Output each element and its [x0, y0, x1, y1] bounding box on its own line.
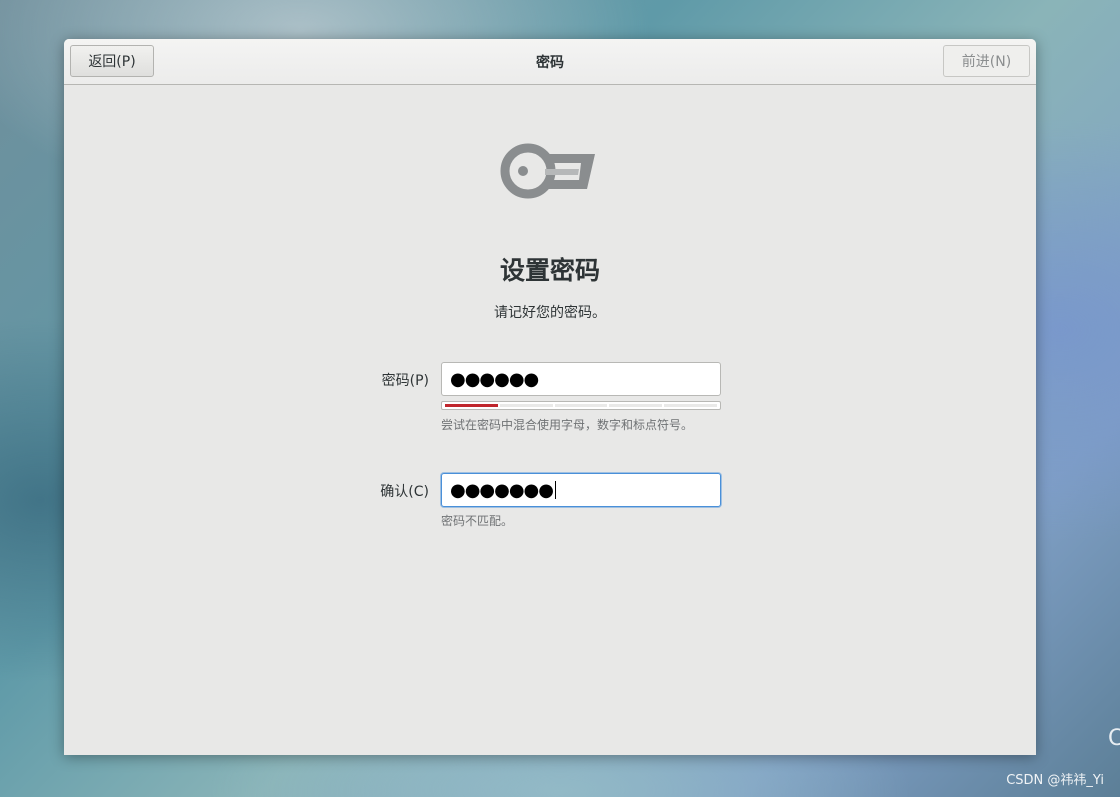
password-field[interactable]: ●●●●●●: [441, 362, 721, 396]
page-subtitle: 请记好您的密码。: [494, 305, 606, 321]
next-button[interactable]: 前进(N): [943, 45, 1030, 77]
password-strength-bar: [441, 401, 721, 410]
strength-segment: [445, 404, 498, 407]
password-value: ●●●●●●: [450, 368, 539, 390]
text-cursor: [554, 481, 556, 499]
confirm-value: ●●●●●●●: [450, 479, 554, 501]
password-hint: 尝试在密码中混合使用字母，数字和标点符号。: [441, 418, 694, 432]
content-area: 设置密码 请记好您的密码。 密码(P) ●●●●●● 尝试在密码中混合使用字母，…: [64, 85, 1036, 755]
key-icon: [500, 143, 595, 199]
strength-segment: [609, 404, 663, 407]
strength-segment: [664, 404, 717, 407]
strength-segment: [499, 404, 553, 407]
confirm-label: 确认(C): [380, 484, 429, 500]
watermark: CSDN @祎祎_Yi: [1006, 773, 1104, 788]
confirm-hint: 密码不匹配。: [441, 514, 514, 528]
window-title: 密码: [536, 55, 564, 71]
desktop-edge-glyph: C: [1108, 726, 1120, 751]
strength-segment: [554, 404, 608, 407]
header-bar: 返回(P) 密码 前进(N): [64, 39, 1036, 85]
password-label: 密码(P): [381, 373, 429, 389]
confirm-password-field[interactable]: ●●●●●●●: [441, 473, 721, 507]
page-heading: 设置密码: [499, 256, 600, 285]
installer-window: 返回(P) 密码 前进(N) 设置密码 请记好您的密码。 密码(P) ●●●●●…: [64, 39, 1036, 755]
